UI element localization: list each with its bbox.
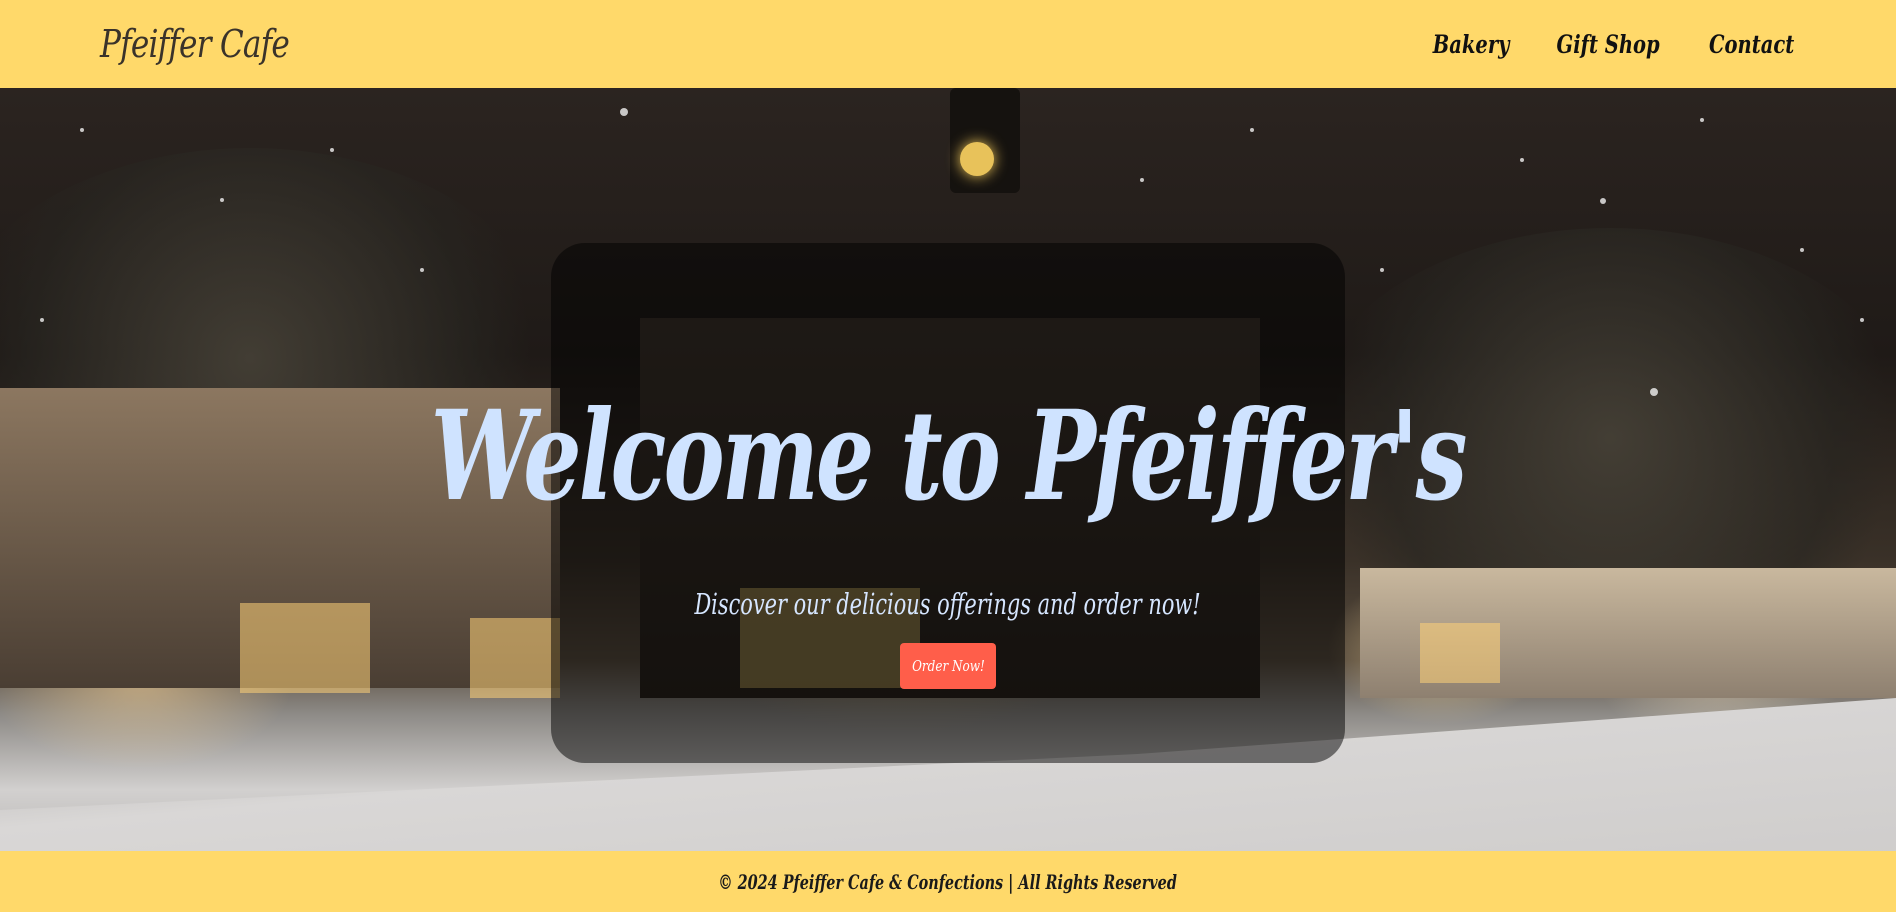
site-logo[interactable]: Pfeiffer Cafe [100,22,290,66]
order-now-button[interactable]: Order Now! [900,643,996,689]
nav-link-bakery[interactable]: Bakery [1433,30,1510,59]
hero-section: Welcome to Pfeiffer's Discover our delic… [0,88,1896,851]
nav-link-contact[interactable]: Contact [1709,30,1794,59]
hero-title: Welcome to Pfeiffer's [431,384,1468,529]
nav-link-gift-shop[interactable]: Gift Shop [1557,30,1660,59]
site-footer: © 2024 Pfeiffer Cafe & Confections | All… [0,851,1896,912]
footer-copyright: © 2024 Pfeiffer Cafe & Confections | All… [718,869,1178,894]
hero-subtitle: Discover our delicious offerings and ord… [694,587,1202,621]
hero-overlay-panel: Welcome to Pfeiffer's Discover our delic… [431,243,1468,763]
order-now-label: Order Now! [911,657,985,675]
main-nav: Bakery Gift Shop Contact [1422,30,1806,59]
site-header: Pfeiffer Cafe Bakery Gift Shop Contact [0,0,1896,88]
